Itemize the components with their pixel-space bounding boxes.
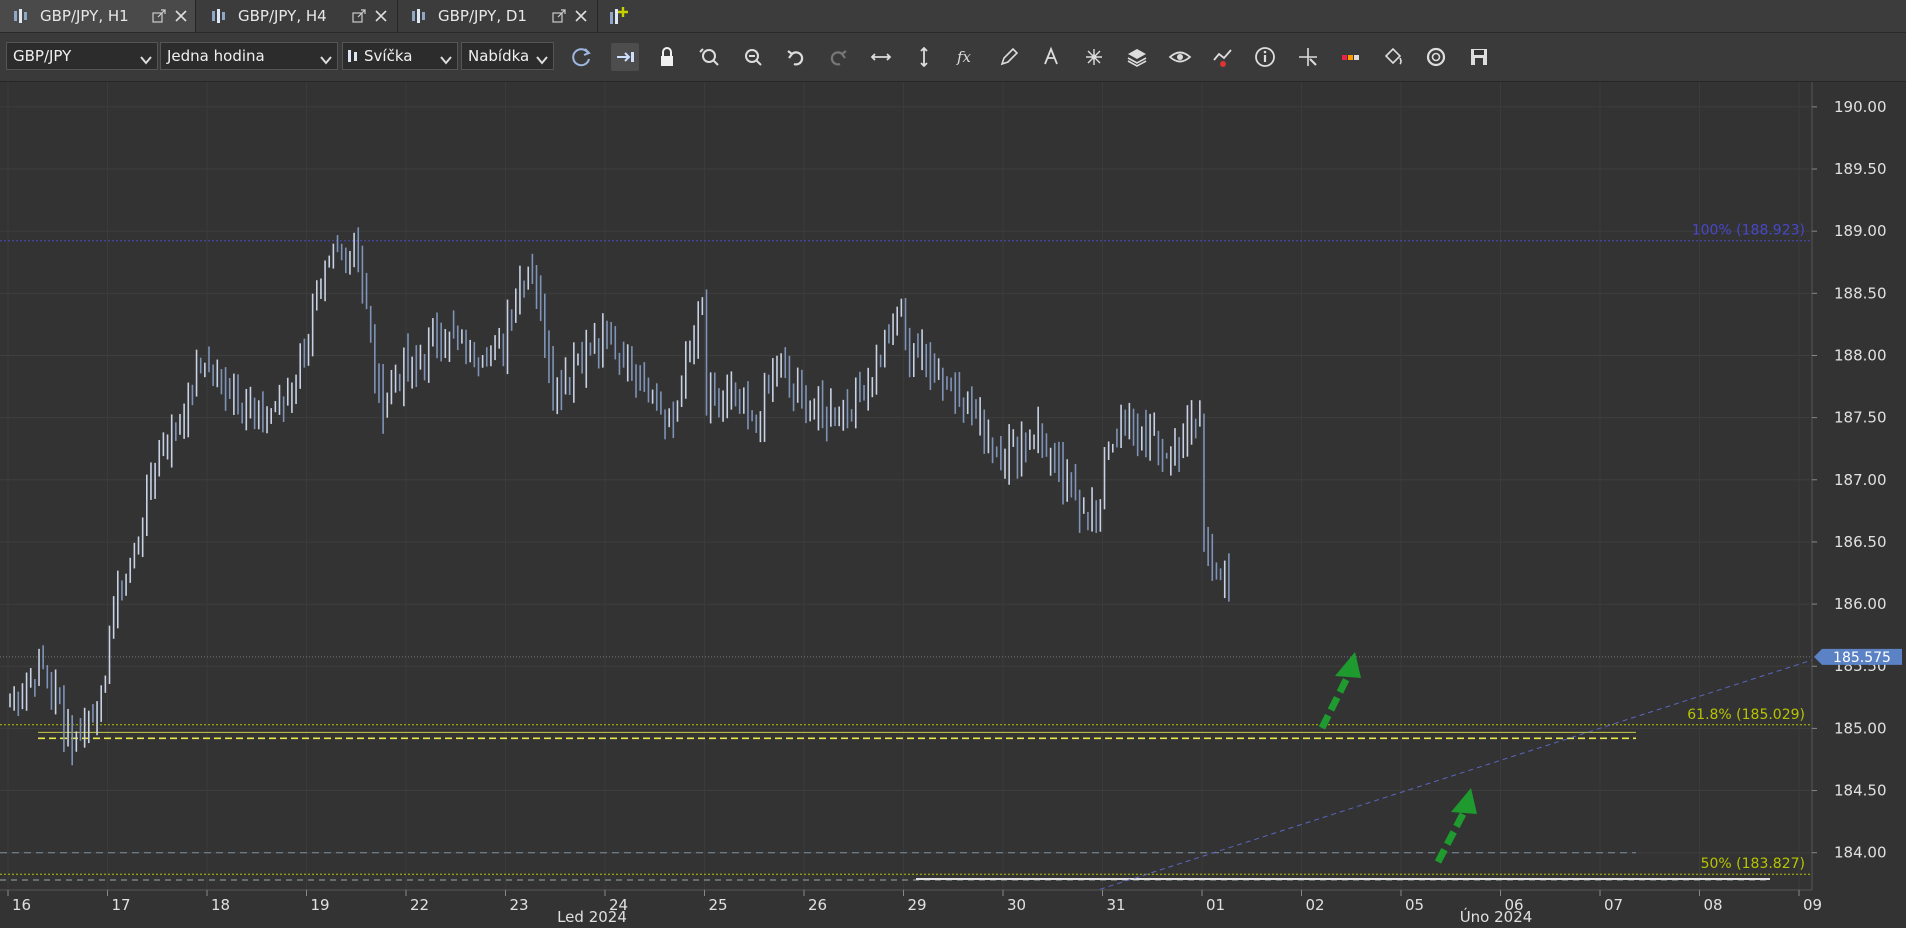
x-tick-label: 16 [12,896,31,914]
pencil-icon[interactable] [995,43,1023,71]
candles-icon [410,8,428,24]
offer-side-select[interactable]: Nabídka [461,42,554,70]
pop-out-icon[interactable] [152,9,166,23]
fib-level-label: 61.8% (185.029) [1687,707,1805,723]
close-icon[interactable] [174,9,188,23]
period-select[interactable]: Jedna hodina [160,42,338,70]
signal-bar-icon[interactable] [1337,43,1365,71]
y-tick-label: 188.50 [1834,284,1887,302]
month-label: Led 2024 [557,908,627,924]
x-tick-label: 31 [1107,896,1126,914]
price-chart[interactable]: 100% (188.923) 61.8% (185.029) 50% (183.82… [0,82,1906,926]
x-tick-label: 08 [1704,896,1723,914]
x-tick-label: 25 [709,896,728,914]
y-tick-label: 188.00 [1834,346,1887,364]
y-tick-label: 187.50 [1834,409,1887,427]
svg-text:fx: fx [956,48,972,66]
chart-type-select[interactable]: Svíčka [342,42,458,70]
add-chart-icon[interactable] [606,4,630,28]
y-tick-label: 186.50 [1834,533,1887,551]
lock-icon[interactable] [653,43,681,71]
paint-bucket-icon[interactable] [1379,43,1407,71]
camera-shutter-icon[interactable] [1422,43,1450,71]
tab-gbpjpy-h4[interactable]: GBP/JPY, H4 [198,0,398,32]
candles-icon [12,8,30,24]
x-tick-label: 29 [908,896,927,914]
redo-icon[interactable] [824,43,852,71]
fx-indicator-icon[interactable]: fx [952,43,980,71]
instrument-value: GBP/JPY [13,47,72,65]
pop-out-icon[interactable] [352,9,366,23]
y-tick-label: 184.50 [1834,782,1887,800]
x-tick-label: 09 [1803,896,1822,914]
tab-label: GBP/JPY, D1 [438,7,527,25]
candle-type-icon [347,48,359,64]
period-value: Jedna hodina [167,47,265,65]
tab-bar: GBP/JPY, H1 GBP/JPY, H4 GBP/JPY, D1 [0,0,1906,33]
y-tick-label: 189.50 [1834,160,1887,178]
tab-gbpjpy-h1[interactable]: GBP/JPY, H1 [0,0,196,32]
undo-icon[interactable] [782,43,810,71]
x-tick-label: 05 [1405,896,1424,914]
month-label: Úno 2024 [1460,907,1533,924]
fib-level-label: 50% (183.827) [1701,856,1805,872]
y-tick-label: 187.00 [1834,471,1887,489]
current-price-label: 185.575 [1833,650,1891,666]
y-tick-label: 184.00 [1834,844,1887,862]
x-tick-label: 26 [808,896,827,914]
y-tick-label: 190.00 [1834,98,1887,116]
x-tick-label: 22 [410,896,429,914]
zoom-out-icon[interactable] [739,43,767,71]
close-icon[interactable] [574,9,588,23]
chevron-down-icon [440,51,452,69]
text-tool-icon[interactable] [1038,43,1066,71]
y-tick-label: 189.00 [1834,222,1887,240]
save-icon[interactable] [1465,43,1493,71]
chevron-down-icon [536,51,548,69]
y-tick-label: 185.00 [1834,719,1887,737]
autoscroll-icon[interactable] [610,43,639,71]
offer-side-value: Nabídka [468,47,530,65]
tab-gbpjpy-d1[interactable]: GBP/JPY, D1 [398,0,598,32]
chevron-down-icon [140,51,152,69]
alert-chart-icon[interactable] [1209,43,1237,71]
chart-canvas[interactable]: 100% (188.923) 61.8% (185.029) 50% (183.82… [0,82,1906,926]
x-tick-label: 18 [211,896,230,914]
refresh-icon[interactable] [568,43,596,71]
info-icon[interactable] [1251,43,1279,71]
zoom-in-icon[interactable] [696,43,724,71]
candles-icon [210,8,228,24]
chart-type-value: Svíčka [364,47,413,65]
x-tick-label: 19 [311,896,330,914]
x-tick-label: 01 [1206,896,1225,914]
chart-toolbar: GBP/JPY Jedna hodina Svíčka Nabídka fx [0,33,1906,82]
crosshair-nodes-icon[interactable] [1080,43,1108,71]
tab-label: GBP/JPY, H4 [238,7,327,25]
x-tick-label: 23 [510,896,529,914]
x-tick-label: 07 [1604,896,1623,914]
y-tick-label: 186.00 [1834,595,1887,613]
x-tick-label: 02 [1306,896,1325,914]
x-tick-label: 17 [112,896,131,914]
cursor-cross-icon[interactable] [1294,43,1322,71]
layers-icon[interactable] [1123,43,1151,71]
vertical-arrows-icon[interactable] [910,43,938,71]
pop-out-icon[interactable] [552,9,566,23]
instrument-select[interactable]: GBP/JPY [6,42,158,70]
chevron-down-icon [320,51,332,69]
x-tick-label: 30 [1007,896,1026,914]
eye-icon[interactable] [1166,43,1194,71]
horizontal-arrows-icon[interactable] [867,43,895,71]
fib-level-label: 100% (188.923) [1692,223,1805,239]
tab-label: GBP/JPY, H1 [40,7,129,25]
close-icon[interactable] [374,9,388,23]
